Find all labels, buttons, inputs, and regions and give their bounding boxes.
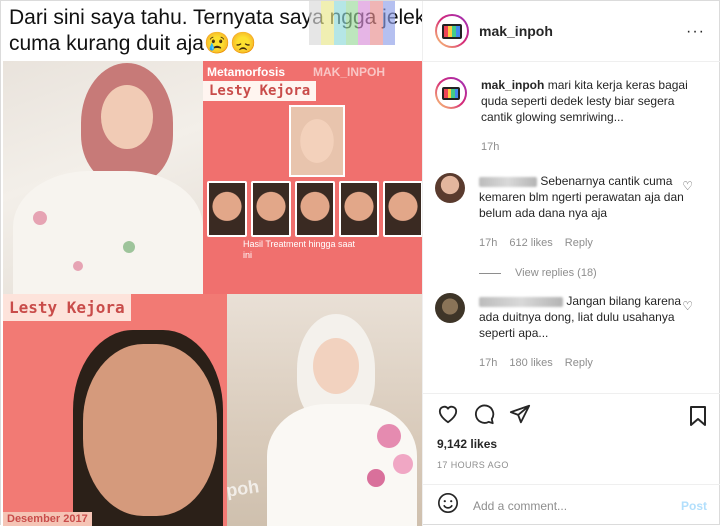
post-image[interactable]: Dari sini saya tahu. Ternyata saya ngga … <box>1 1 422 526</box>
bottom-name-label: Lesty Kejora <box>3 294 131 321</box>
emoji-smile-icon[interactable] <box>437 492 459 519</box>
caption-time: 17h <box>481 141 500 153</box>
comments-list[interactable]: mak_inpoh mari kita kerja keras bagai qu… <box>423 63 720 393</box>
card-name-label: Lesty Kejora <box>203 81 317 101</box>
like-heart-icon[interactable] <box>437 404 459 429</box>
comment-time: 17h <box>479 237 498 249</box>
post-comment-button[interactable]: Post <box>681 499 707 513</box>
card-date-label: Desember 2017 <box>3 512 92 526</box>
metamorfosis-card: Metamorfosis MAK_INPOH Lesty Kejora Hasi… <box>203 61 422 294</box>
post-actions: 9,142 likes 17 HOURS AGO <box>423 393 720 470</box>
photo-hijab-portrait <box>3 61 203 294</box>
post-side-panel: mak_inpoh ··· mak_inpoh mari kita kerja … <box>422 1 720 526</box>
photo-after-flowers: @mak_inpoh <box>227 294 422 526</box>
view-replies-button[interactable]: View replies (18) <box>479 267 705 279</box>
caption-username[interactable]: mak_inpoh <box>481 78 544 92</box>
comment-likes[interactable]: 180 likes <box>509 355 552 371</box>
header-username[interactable]: mak_inpoh <box>479 23 553 39</box>
caption-avatar[interactable] <box>435 77 467 109</box>
post-header: mak_inpoh ··· <box>423 1 720 62</box>
post-time-ago: 17 HOURS AGO <box>437 460 509 470</box>
card-title-small: Metamorfosis <box>207 65 286 79</box>
commenter-avatar[interactable] <box>435 173 465 203</box>
comment-row: Jangan bilang karena ada duitnya dong, l… <box>435 293 705 371</box>
color-bars-watermark <box>309 1 395 45</box>
share-send-icon[interactable] <box>509 403 531 430</box>
tv-logo-icon <box>442 23 462 39</box>
bookmark-icon[interactable] <box>689 405 707 432</box>
reply-button[interactable]: Reply <box>565 235 593 251</box>
like-comment-heart-icon[interactable]: ♡ <box>682 179 693 193</box>
treatment-text: Hasil Treatment hingga saat ini <box>243 239 356 260</box>
like-comment-heart-icon[interactable]: ♡ <box>682 299 693 313</box>
likes-count[interactable]: 9,142 likes <box>437 437 707 451</box>
reply-button[interactable]: Reply <box>565 355 593 371</box>
redacted-username[interactable] <box>479 176 537 187</box>
commenter-avatar[interactable] <box>435 293 465 323</box>
add-comment-bar: Add a comment... Post <box>423 484 720 526</box>
avatar[interactable] <box>435 14 469 48</box>
card-watermark: MAK_INPOH <box>313 65 386 79</box>
redacted-username[interactable] <box>479 296 563 307</box>
tv-logo-icon <box>442 86 460 100</box>
before-photos-strip <box>207 181 422 237</box>
view-replies-label[interactable]: View replies (18) <box>515 267 597 279</box>
comment-likes[interactable]: 612 likes <box>509 235 552 251</box>
comment-time: 17h <box>479 357 498 369</box>
instagram-post-window: Dari sini saya tahu. Ternyata saya ngga … <box>0 0 720 526</box>
photo-before-closeup: Lesty Kejora Desember 2017 <box>3 294 227 526</box>
comment-row: Sebenarnya cantik cuma kemaren blm ngert… <box>435 173 705 251</box>
comment-bubble-icon[interactable] <box>473 403 495 430</box>
watermark-bottom: @mak_inpoh <box>227 476 261 512</box>
more-options-icon[interactable]: ··· <box>686 23 705 41</box>
caption-comment: mak_inpoh mari kita kerja keras bagai qu… <box>435 77 705 155</box>
add-comment-input[interactable]: Add a comment... <box>473 499 681 513</box>
after-photo <box>289 105 345 177</box>
